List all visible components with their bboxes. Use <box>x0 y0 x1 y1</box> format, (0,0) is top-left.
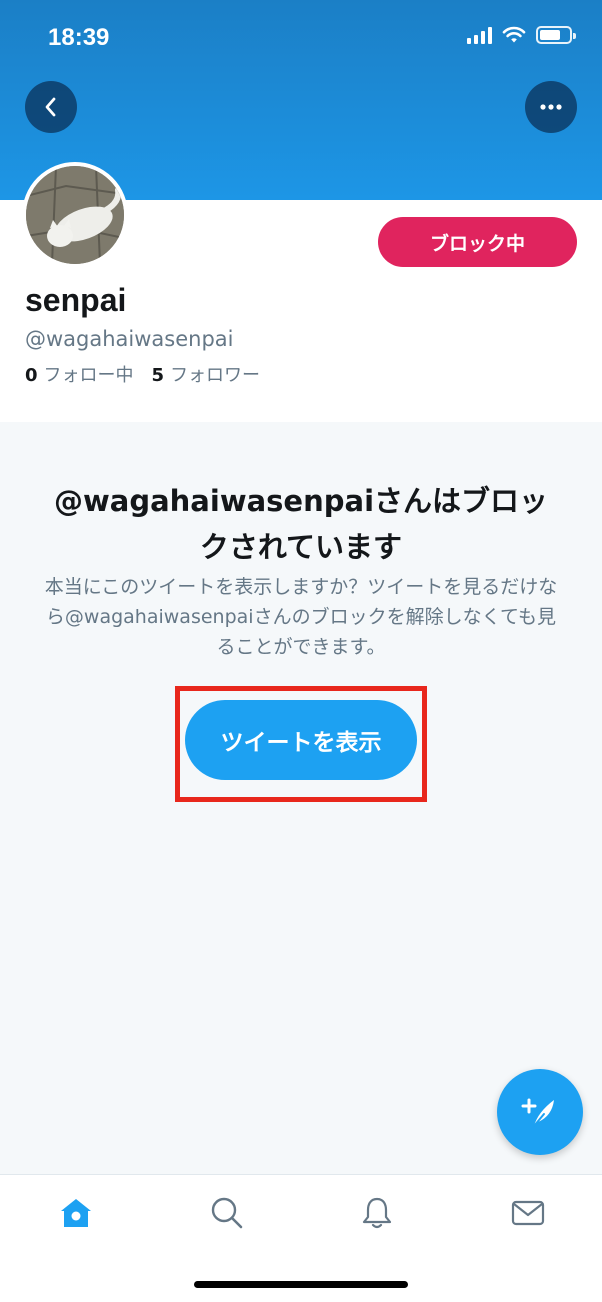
home-icon <box>61 1199 91 1227</box>
show-tweets-button[interactable]: ツイートを表示 <box>185 700 417 780</box>
profile-avatar[interactable] <box>22 162 128 268</box>
tab-search[interactable] <box>207 1193 247 1233</box>
following-stat[interactable]: 0 フォロー中 <box>25 361 134 387</box>
profile-handle: @wagahaiwasenpai <box>25 327 234 351</box>
home-indicator <box>194 1281 408 1288</box>
battery-icon <box>536 26 576 44</box>
blocked-content-area: @wagahaiwasenpaiさんはブロックされています 本当にこのツイートを… <box>0 422 602 1174</box>
blocked-title: @wagahaiwasenpaiさんはブロックされています <box>53 484 549 564</box>
following-count: 0 <box>25 365 38 386</box>
more-options-button[interactable] <box>525 81 577 133</box>
chevron-left-icon <box>45 97 56 117</box>
following-label: フォロー中 <box>43 365 134 386</box>
followers-stat[interactable]: 5 フォロワー <box>152 361 261 387</box>
blocking-button[interactable]: ブロック中 <box>378 217 577 267</box>
cat-photo <box>26 166 124 264</box>
follow-stats: 0 フォロー中 5 フォロワー <box>25 361 260 387</box>
followers-count: 5 <box>151 365 165 386</box>
status-time: 18:39 <box>48 24 110 51</box>
wifi-icon <box>502 26 526 43</box>
back-button[interactable] <box>25 81 77 133</box>
tab-home[interactable] <box>56 1193 96 1233</box>
compose-tweet-icon <box>521 1098 554 1127</box>
more-horizontal-icon <box>540 104 562 110</box>
search-icon <box>211 1197 243 1229</box>
bell-icon <box>362 1197 392 1229</box>
tab-messages[interactable] <box>508 1193 548 1233</box>
status-icons <box>467 26 576 44</box>
bottom-tab-bar <box>0 1174 602 1302</box>
profile-display-name: senpai <box>25 282 127 318</box>
tab-notifications[interactable] <box>357 1193 397 1233</box>
compose-tweet-button[interactable] <box>497 1069 583 1155</box>
cellular-signal-icon <box>467 26 492 44</box>
mail-icon <box>511 1200 545 1226</box>
blocked-description: 本当にこのツイートを表示しますか？ツイートを見るだけなら@wagahaiwase… <box>44 576 558 658</box>
followers-label: フォロワー <box>170 365 261 386</box>
